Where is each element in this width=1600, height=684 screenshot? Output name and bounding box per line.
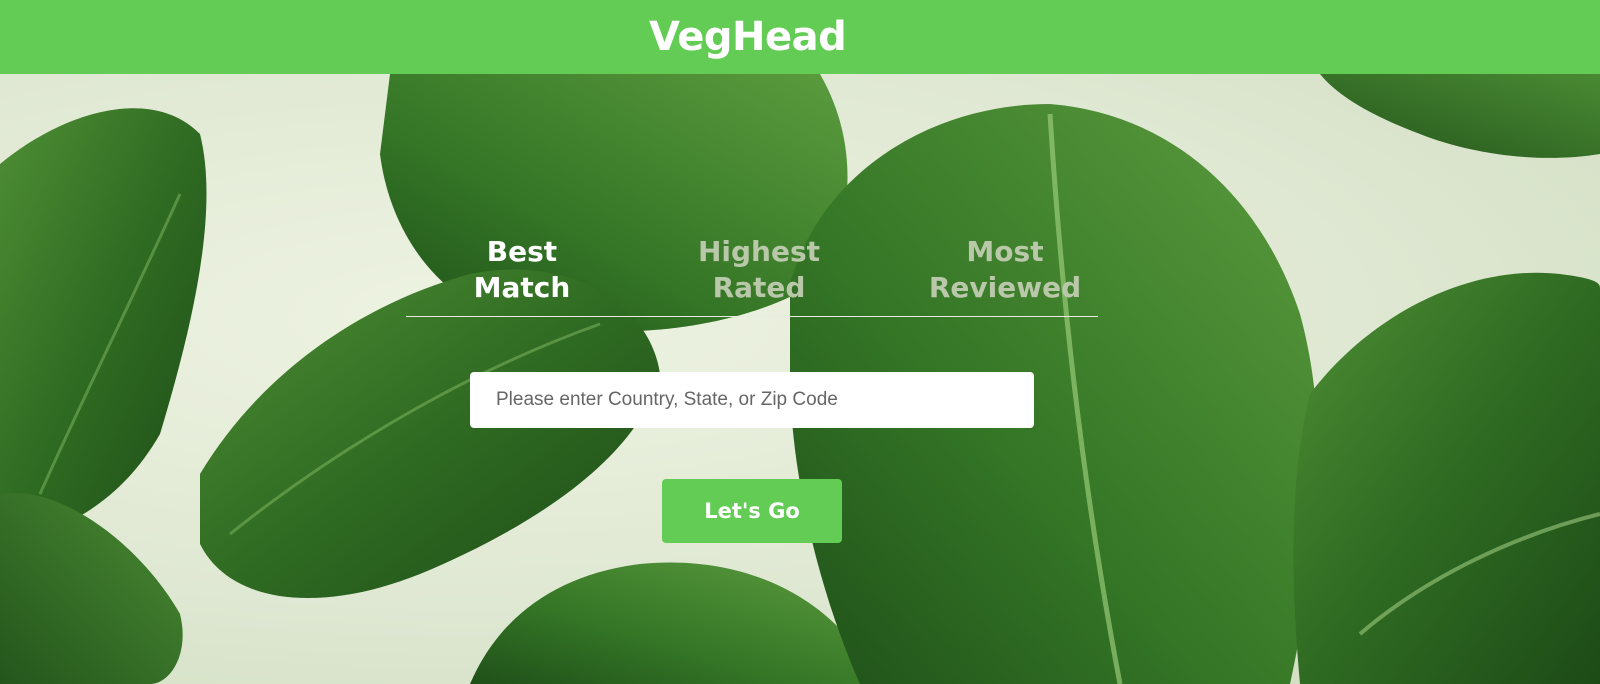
tabs-underline bbox=[406, 316, 1098, 317]
tab-highest-rated[interactable]: Highest Rated bbox=[688, 234, 830, 306]
tab-most-reviewed[interactable]: Most Reviewed bbox=[924, 234, 1086, 306]
tab-best-match[interactable]: Best Match bbox=[462, 234, 582, 306]
location-search-input[interactable] bbox=[470, 372, 1034, 428]
brand-logo[interactable]: VegHead bbox=[649, 12, 847, 62]
lets-go-button[interactable]: Let's Go bbox=[662, 479, 842, 543]
top-header: VegHead bbox=[0, 0, 1600, 74]
